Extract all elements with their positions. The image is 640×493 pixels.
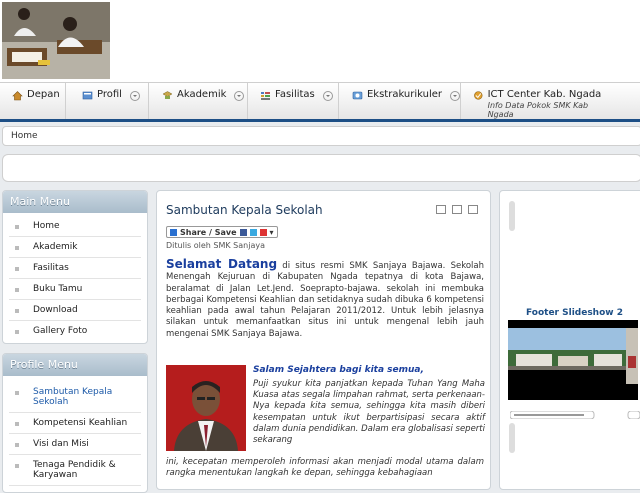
principal-photo: [166, 365, 246, 451]
profile-menu-panel: Profile Menu Sambutan Kepala Sekolah Kom…: [2, 353, 148, 493]
main-menu-panel: Main Menu Home Akademik Fasilitas Buku T…: [2, 190, 148, 344]
menu-item-tenaga-pendidik[interactable]: Tenaga Pendidik & Karyawan: [9, 455, 141, 486]
nav-item-ict-text: ICT Center Kab. Ngada Info Data Pokok SM…: [488, 89, 612, 119]
facility-icon: [261, 92, 270, 100]
nav-label: Ekstrakurikuler: [366, 89, 443, 100]
top-module-bar: [2, 154, 640, 182]
menu-item-fasilitas[interactable]: Fasilitas: [9, 258, 141, 279]
welcome-heading: Selamat Datang: [166, 257, 278, 271]
slideshow-image[interactable]: [508, 320, 638, 400]
article-intro: Selamat Datang di situs resmi SMK Sanjay…: [166, 257, 484, 340]
chevron-down-icon[interactable]: [129, 91, 140, 101]
main-navigation: Depan Profil Akademik Fasilitas Ekstraku…: [0, 82, 640, 122]
menu-item-kompetensi[interactable]: Kompetensi Keahlian: [9, 413, 141, 434]
nav-item-depan[interactable]: Depan: [0, 83, 66, 119]
article-panel: Sambutan Kepala Sekolah Share / Save ▾ D…: [156, 190, 491, 490]
share-label: Share / Save: [180, 227, 237, 237]
site-header: [0, 0, 640, 82]
welcome-text: di situs resmi SMK Sanjaya Bajawa. Sekol…: [166, 261, 484, 339]
nav-label: Profil: [97, 89, 122, 100]
article-paragraph: Puji syukur kita panjatkan kepada Tuhan …: [253, 379, 485, 446]
profile-menu-title: Profile Menu: [3, 354, 147, 376]
chevron-down-icon[interactable]: [450, 91, 460, 101]
breadcrumb: Home: [2, 126, 640, 146]
article-author: Ditulis oleh SMK Sanjaya: [166, 241, 265, 250]
greeting-heading: Salam Sejahtera bagi kita semua,: [253, 365, 424, 375]
breadcrumb-home-link[interactable]: Home: [11, 131, 38, 141]
nav-item-fasilitas[interactable]: Fasilitas: [249, 83, 339, 119]
nav-label: Depan: [27, 89, 60, 100]
facebook-icon[interactable]: [239, 228, 247, 236]
slider-scroll-handle[interactable]: [509, 201, 515, 231]
nav-item-akademik[interactable]: Akademik: [150, 83, 248, 119]
menu-item-sambutan[interactable]: Sambutan Kepala Sekolah: [9, 382, 141, 413]
profile-icon: [82, 91, 93, 100]
main-menu-title: Main Menu: [3, 191, 147, 213]
email-icon[interactable]: [436, 205, 446, 214]
menu-item-buku-tamu[interactable]: Buku Tamu: [9, 279, 141, 300]
nav-label: Akademik: [177, 89, 227, 100]
share-save-button[interactable]: Share / Save ▾: [166, 226, 278, 238]
chevron-down-icon[interactable]: ▾: [270, 228, 274, 237]
article-paragraph-continued: ini, kecepatan memperoleh informasi akan…: [166, 457, 484, 479]
chevron-down-icon[interactable]: [322, 91, 333, 101]
email-share-icon[interactable]: [259, 228, 267, 236]
menu-item-akademik[interactable]: Akademik: [9, 237, 141, 258]
ict-icon: [474, 91, 483, 100]
slideshow-tabs[interactable]: [509, 410, 640, 420]
menu-item-visi-misi[interactable]: Visi dan Misi: [9, 434, 141, 455]
menu-item-download[interactable]: Download: [9, 300, 141, 321]
chevron-down-icon[interactable]: [234, 91, 245, 101]
menu-item-home[interactable]: Home: [9, 216, 141, 237]
nav-sublabel: Info Data Pokok SMK Kab Ngada: [487, 101, 589, 119]
nav-item-profil[interactable]: Profil: [67, 83, 149, 119]
nav-item-ekstrakurikuler[interactable]: Ekstrakurikuler: [340, 83, 461, 119]
slideshow-title: Footer Slideshow 2: [526, 308, 623, 318]
pdf-icon[interactable]: [468, 205, 478, 214]
right-sidebar: Footer Slideshow 2: [499, 190, 640, 490]
menu-item-gallery-foto[interactable]: Gallery Foto: [9, 321, 141, 341]
share-icon: [170, 228, 177, 236]
article-title: Sambutan Kepala Sekolah: [166, 203, 323, 217]
header-banner-image: [2, 2, 110, 79]
nav-label: Fasilitas: [275, 89, 315, 100]
nav-label: ICT Center Kab. Ngada: [487, 89, 602, 100]
academic-icon: [162, 91, 173, 99]
article-tools: [436, 205, 478, 214]
slider-scroll-handle-lower[interactable]: [509, 423, 515, 453]
extracurricular-icon: [352, 91, 363, 100]
home-icon: [12, 91, 23, 101]
print-icon[interactable]: [452, 205, 462, 214]
twitter-icon[interactable]: [249, 228, 257, 236]
nav-item-ict-center[interactable]: ICT Center Kab. Ngada Info Data Pokok SM…: [462, 83, 612, 119]
